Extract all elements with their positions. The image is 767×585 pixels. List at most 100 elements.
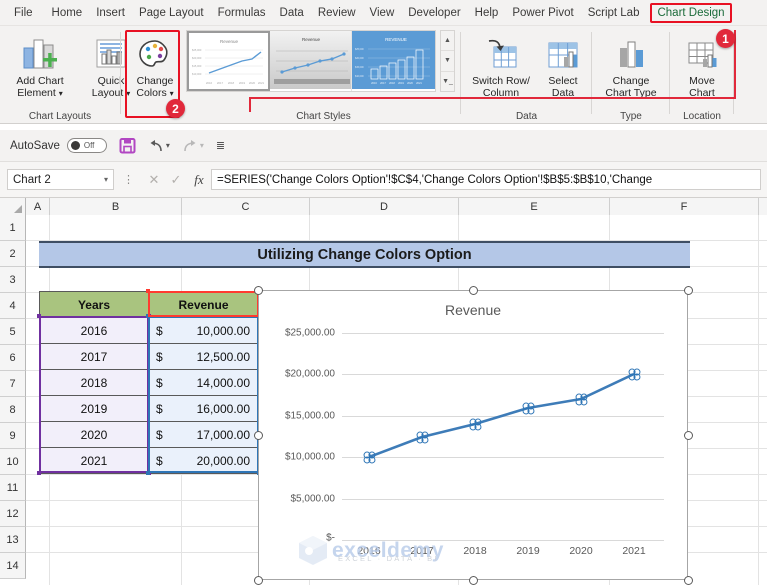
chart-style-thumb-1[interactable]: Revenue $25,000 $20,000 $15,000 $10,000 20…: [187, 31, 270, 91]
cancel-icon[interactable]: ✕: [143, 172, 165, 188]
cell-year-2018[interactable]: 2018: [39, 369, 149, 396]
row-header-6[interactable]: 6: [0, 345, 26, 371]
tab-review[interactable]: Review: [311, 3, 363, 23]
chart-plot-area[interactable]: $25,000.00 $20,000.00 $15,000.00 $10,000…: [285, 328, 664, 557]
data-point-2021[interactable]: [628, 368, 640, 380]
column-header-b[interactable]: B: [50, 198, 182, 215]
chart-resize-handle-n[interactable]: [469, 286, 478, 295]
select-all-corner[interactable]: [0, 198, 26, 215]
worksheet-grid[interactable]: Utilizing Change Colors Option Years Rev…: [26, 215, 767, 585]
insert-function-icon[interactable]: fx: [187, 172, 211, 188]
row-header-13[interactable]: 13: [0, 527, 26, 553]
table-header-years[interactable]: Years: [39, 291, 149, 318]
range-handle[interactable]: [37, 314, 41, 318]
column-header-d[interactable]: D: [310, 198, 459, 215]
cell-year-2019[interactable]: 2019: [39, 395, 149, 422]
row-header-9[interactable]: 9: [0, 423, 26, 449]
chart-resize-handle-se[interactable]: [684, 576, 693, 585]
row-header-14[interactable]: 14: [0, 553, 26, 579]
chart-resize-handle-e[interactable]: [684, 431, 693, 440]
row-header-2[interactable]: 2: [0, 241, 26, 267]
tab-script-lab[interactable]: Script Lab: [581, 3, 647, 23]
tab-page-layout[interactable]: Page Layout: [132, 3, 211, 23]
row-header-10[interactable]: 10: [0, 449, 26, 475]
table-header-revenue[interactable]: Revenue: [148, 291, 259, 318]
chart-resize-handle-sw[interactable]: [254, 576, 263, 585]
column-header-c[interactable]: C: [182, 198, 310, 215]
confirm-icon[interactable]: ✓: [165, 172, 187, 188]
chart-resize-handle-ne[interactable]: [684, 286, 693, 295]
revenue-series-line[interactable]: [342, 333, 664, 540]
tab-formulas[interactable]: Formulas: [211, 3, 273, 23]
chart-object[interactable]: Revenue $25,000.00 $20,000.00 $15,000.00…: [258, 290, 688, 580]
chart-resize-handle-nw[interactable]: [254, 286, 263, 295]
range-handle[interactable]: [37, 471, 41, 475]
range-handle[interactable]: [146, 314, 150, 318]
cell-revenue-2019[interactable]: $ 16,000.00: [148, 395, 259, 422]
cell-revenue-2017[interactable]: $ 12,500.00: [148, 343, 259, 370]
cell-revenue-2020[interactable]: $ 17,000.00: [148, 421, 259, 448]
row-header-11[interactable]: 11: [0, 475, 26, 501]
gallery-scroll-up-icon[interactable]: ▲: [441, 31, 454, 52]
tab-file[interactable]: File: [0, 3, 45, 23]
gallery-scroll-down-icon[interactable]: ▼: [441, 51, 454, 72]
cell-revenue-2018[interactable]: $ 14,000.00: [148, 369, 259, 396]
tab-home[interactable]: Home: [45, 3, 90, 23]
chart-styles-scroll-controls[interactable]: ▲ ▼ ▼_: [440, 30, 455, 92]
column-header-f[interactable]: F: [610, 198, 759, 215]
column-header-e[interactable]: E: [459, 198, 610, 215]
range-handle[interactable]: [146, 471, 150, 475]
column-header-g[interactable]: [759, 198, 767, 215]
cell-year-2017[interactable]: 2017: [39, 343, 149, 370]
select-data-button[interactable]: Select Data: [538, 32, 588, 99]
row-header-4[interactable]: 4: [0, 293, 26, 319]
autosave-toggle[interactable]: Off: [66, 138, 107, 153]
tab-data[interactable]: Data: [273, 3, 311, 23]
column-header-a[interactable]: A: [26, 198, 50, 215]
cell-revenue-2021[interactable]: $ 20,000.00: [148, 447, 259, 474]
tab-developer[interactable]: Developer: [401, 3, 467, 23]
chart-styles-gallery[interactable]: Revenue $25,000 $20,000 $15,000 $10,000 20…: [186, 30, 436, 92]
tab-help[interactable]: Help: [468, 3, 506, 23]
chart-style-thumb-3[interactable]: REVENUE $25,000 $20,000 $15,000 $10,000 …: [352, 31, 435, 91]
tab-chart-design[interactable]: Chart Design: [650, 2, 732, 23]
gallery-expand-icon[interactable]: ▼_: [441, 72, 454, 91]
add-chart-element-button[interactable]: Add Chart Element ▾: [6, 32, 74, 100]
name-box-chevron-down-icon[interactable]: ▾: [104, 175, 108, 184]
change-chart-type-button[interactable]: Change Chart Type: [594, 32, 668, 99]
row-header-7[interactable]: 7: [0, 371, 26, 397]
data-point-2016[interactable]: [363, 451, 375, 463]
undo-dropdown-icon[interactable]: ▾: [166, 141, 170, 150]
cell-year-2020[interactable]: 2020: [39, 421, 149, 448]
cell-year-2016[interactable]: 2016: [39, 317, 149, 344]
cell-revenue-2016[interactable]: $ 10,000.00: [148, 317, 259, 344]
x-tick-label-2019: 2019: [516, 545, 540, 557]
redo-icon[interactable]: ▾: [182, 139, 204, 153]
data-point-2020[interactable]: [575, 393, 587, 405]
range-handle[interactable]: [146, 289, 150, 293]
tab-power-pivot[interactable]: Power Pivot: [505, 3, 580, 23]
data-point-2018[interactable]: [469, 418, 481, 430]
customize-toolbar-icon[interactable]: ≣: [216, 139, 225, 152]
redo-dropdown-icon[interactable]: ▾: [200, 141, 204, 150]
row-header-12[interactable]: 12: [0, 501, 26, 527]
chart-title[interactable]: Revenue: [259, 302, 687, 318]
row-header-3[interactable]: 3: [0, 267, 26, 293]
save-icon[interactable]: [119, 137, 136, 154]
data-point-2017[interactable]: [416, 431, 428, 443]
switch-row-column-button[interactable]: Switch Row/ Column: [466, 32, 536, 99]
name-box[interactable]: Chart 2 ▾: [7, 169, 114, 190]
chart-style-thumb-2[interactable]: Revenue: [269, 31, 353, 91]
undo-icon[interactable]: ▾: [148, 139, 170, 153]
tab-insert[interactable]: Insert: [89, 3, 132, 23]
chart-resize-handle-s[interactable]: [469, 576, 478, 585]
chart-resize-handle-w[interactable]: [254, 431, 263, 440]
data-point-2019[interactable]: [522, 402, 534, 414]
formula-input[interactable]: =SERIES('Change Colors Option'!$C$4,'Cha…: [211, 169, 761, 190]
cell-year-2021[interactable]: 2021: [39, 447, 149, 474]
formula-bar-more-icon[interactable]: ⋮: [123, 173, 134, 186]
row-header-1[interactable]: 1: [0, 215, 26, 241]
row-header-5[interactable]: 5: [0, 319, 26, 345]
row-header-8[interactable]: 8: [0, 397, 26, 423]
tab-view[interactable]: View: [363, 3, 402, 23]
